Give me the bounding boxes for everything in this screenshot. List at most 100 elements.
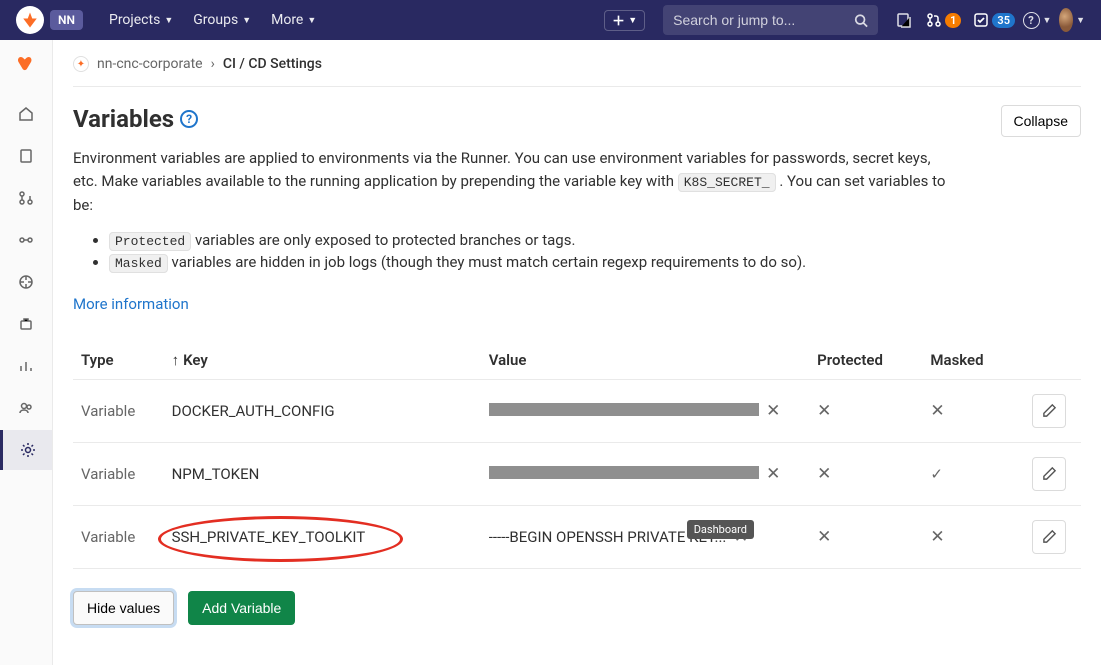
col-key[interactable]: ↑Key (164, 341, 481, 380)
todo-count-badge: 35 (992, 13, 1015, 28)
edit-variable-button[interactable] (1032, 394, 1066, 428)
main-content: ✦ nn-cnc-corporate › CI / CD Settings Va… (53, 40, 1101, 665)
hide-values-button[interactable]: Hide values (73, 591, 174, 625)
sidebar-item-packages[interactable] (0, 304, 52, 344)
cell-masked: ✕ (922, 505, 1024, 568)
nav-more-label: More (271, 12, 303, 28)
sidebar-item-repository[interactable] (0, 136, 52, 176)
search-icon (854, 13, 868, 28)
question-icon: ? (1023, 12, 1040, 29)
project-avatar[interactable] (9, 50, 43, 84)
cell-protected: ✕ (809, 379, 922, 442)
masked-value-bar (489, 403, 759, 416)
masked-value-bar (489, 466, 759, 479)
x-icon: ✕ (766, 401, 780, 421)
edit-variable-button[interactable] (1032, 520, 1066, 554)
help-icon[interactable]: ? (180, 110, 198, 128)
cell-masked: ✓ (922, 442, 1024, 505)
project-sidebar (0, 40, 53, 665)
variables-table: Type ↑Key Value Protected Masked Variabl… (73, 341, 1081, 569)
help-menu[interactable]: ? ▼ (1021, 4, 1053, 36)
bullet-masked: Masked variables are hidden in job logs … (109, 253, 1081, 271)
x-icon: ✕ (817, 527, 831, 547)
x-icon: ✕ (766, 464, 780, 484)
col-key-label: Key (183, 351, 208, 369)
sidebar-item-settings[interactable] (0, 430, 52, 470)
nav-projects-label: Projects (109, 12, 160, 28)
cell-masked: ✕ (922, 379, 1024, 442)
breadcrumb: ✦ nn-cnc-corporate › CI / CD Settings (73, 56, 1081, 87)
cell-protected: ✕ (809, 505, 922, 568)
merge-requests-shortcut[interactable]: 1 (926, 12, 961, 28)
col-protected[interactable]: Protected (809, 341, 922, 380)
table-row: Variable NPM_TOKEN ✕ ✕ ✓ (73, 442, 1081, 505)
instance-badge[interactable]: NN (50, 10, 83, 30)
merge-request-icon (926, 12, 942, 28)
section-description: Environment variables are applied to env… (73, 147, 953, 217)
check-icon: ✓ (930, 465, 943, 483)
table-row: Variable DOCKER_AUTH_CONFIG ✕ ✕ ✕ (73, 379, 1081, 442)
avatar (1059, 8, 1073, 32)
actions-row: Hide values Add Variable (73, 591, 1081, 625)
sidebar-item-analytics[interactable] (0, 346, 52, 386)
chevron-down-icon: ▼ (307, 15, 316, 26)
nav-groups[interactable]: Groups ▼ (183, 12, 261, 28)
sidebar-item-home[interactable] (0, 94, 52, 134)
bullet1-text: variables are only exposed to protected … (191, 231, 575, 249)
edit-variable-button[interactable] (1032, 457, 1066, 491)
cell-type: Variable (73, 505, 164, 568)
bullet2-code: Masked (109, 254, 168, 273)
cell-key: NPM_TOKEN (164, 442, 481, 505)
breadcrumb-project[interactable]: nn-cnc-corporate (97, 56, 203, 72)
breadcrumb-current: CI / CD Settings (223, 56, 322, 72)
plus-icon (612, 14, 625, 27)
project-icon: ✦ (73, 56, 89, 72)
cell-key: SSH_PRIVATE_KEY_TOOLKIT (164, 505, 481, 568)
cell-key-text: SSH_PRIVATE_KEY_TOOLKIT (172, 528, 366, 546)
bullet2-text: variables are hidden in job logs (though… (168, 253, 806, 271)
x-icon: ✕ (817, 464, 831, 484)
user-menu[interactable]: ▼ (1053, 4, 1085, 36)
description-bullets: Protected variables are only exposed to … (109, 231, 1081, 271)
x-icon: ✕ (930, 401, 944, 421)
global-search[interactable] (663, 5, 878, 35)
sidebar-item-cicd[interactable] (0, 220, 52, 260)
x-icon: ✕ (817, 401, 831, 421)
chevron-down-icon: ▼ (164, 15, 173, 26)
x-icon: ✕ (930, 527, 944, 547)
cell-value: -----BEGIN OPENSSH PRIVATE KEY... ✕Dashb… (481, 505, 809, 568)
cell-type: Variable (73, 379, 164, 442)
collapse-button[interactable]: Collapse (1001, 105, 1081, 137)
bullet-protected: Protected variables are only exposed to … (109, 231, 1081, 249)
add-variable-button[interactable]: Add Variable (188, 591, 295, 625)
desc-code: K8S_SECRET_ (678, 173, 776, 192)
col-type[interactable]: Type (73, 341, 164, 380)
cell-value: ✕ (481, 379, 809, 442)
mr-count-badge: 1 (945, 13, 961, 28)
nav-more[interactable]: More ▼ (261, 12, 326, 28)
col-masked[interactable]: Masked (922, 341, 1024, 380)
chevron-down-icon: ▼ (1076, 15, 1085, 26)
nav-projects[interactable]: Projects ▼ (99, 12, 183, 28)
chevron-down-icon: ▼ (628, 15, 637, 26)
gitlab-logo-icon[interactable] (16, 6, 44, 34)
issues-shortcut[interactable] (888, 4, 920, 36)
nav-groups-label: Groups (193, 12, 238, 28)
chevron-down-icon: ▼ (1043, 15, 1052, 26)
sort-arrow-icon: ↑ (172, 351, 180, 369)
sidebar-item-members[interactable] (0, 388, 52, 428)
breadcrumb-separator: › (211, 56, 215, 72)
more-information-link[interactable]: More information (73, 295, 189, 313)
new-menu-button[interactable]: ▼ (604, 10, 645, 31)
sidebar-item-merge-requests[interactable] (0, 178, 52, 218)
sidebar-item-operations[interactable] (0, 262, 52, 302)
col-value[interactable]: Value (481, 341, 809, 380)
search-input[interactable] (673, 12, 854, 28)
cell-key: DOCKER_AUTH_CONFIG (164, 379, 481, 442)
top-navbar: NN Projects ▼ Groups ▼ More ▼ ▼ 1 35 ? ▼ ▼ (0, 0, 1101, 40)
bullet1-code: Protected (109, 232, 191, 251)
chevron-down-icon: ▼ (242, 15, 251, 26)
todos-shortcut[interactable]: 35 (973, 12, 1015, 28)
tooltip: Dashboard (687, 520, 754, 539)
cell-type: Variable (73, 442, 164, 505)
